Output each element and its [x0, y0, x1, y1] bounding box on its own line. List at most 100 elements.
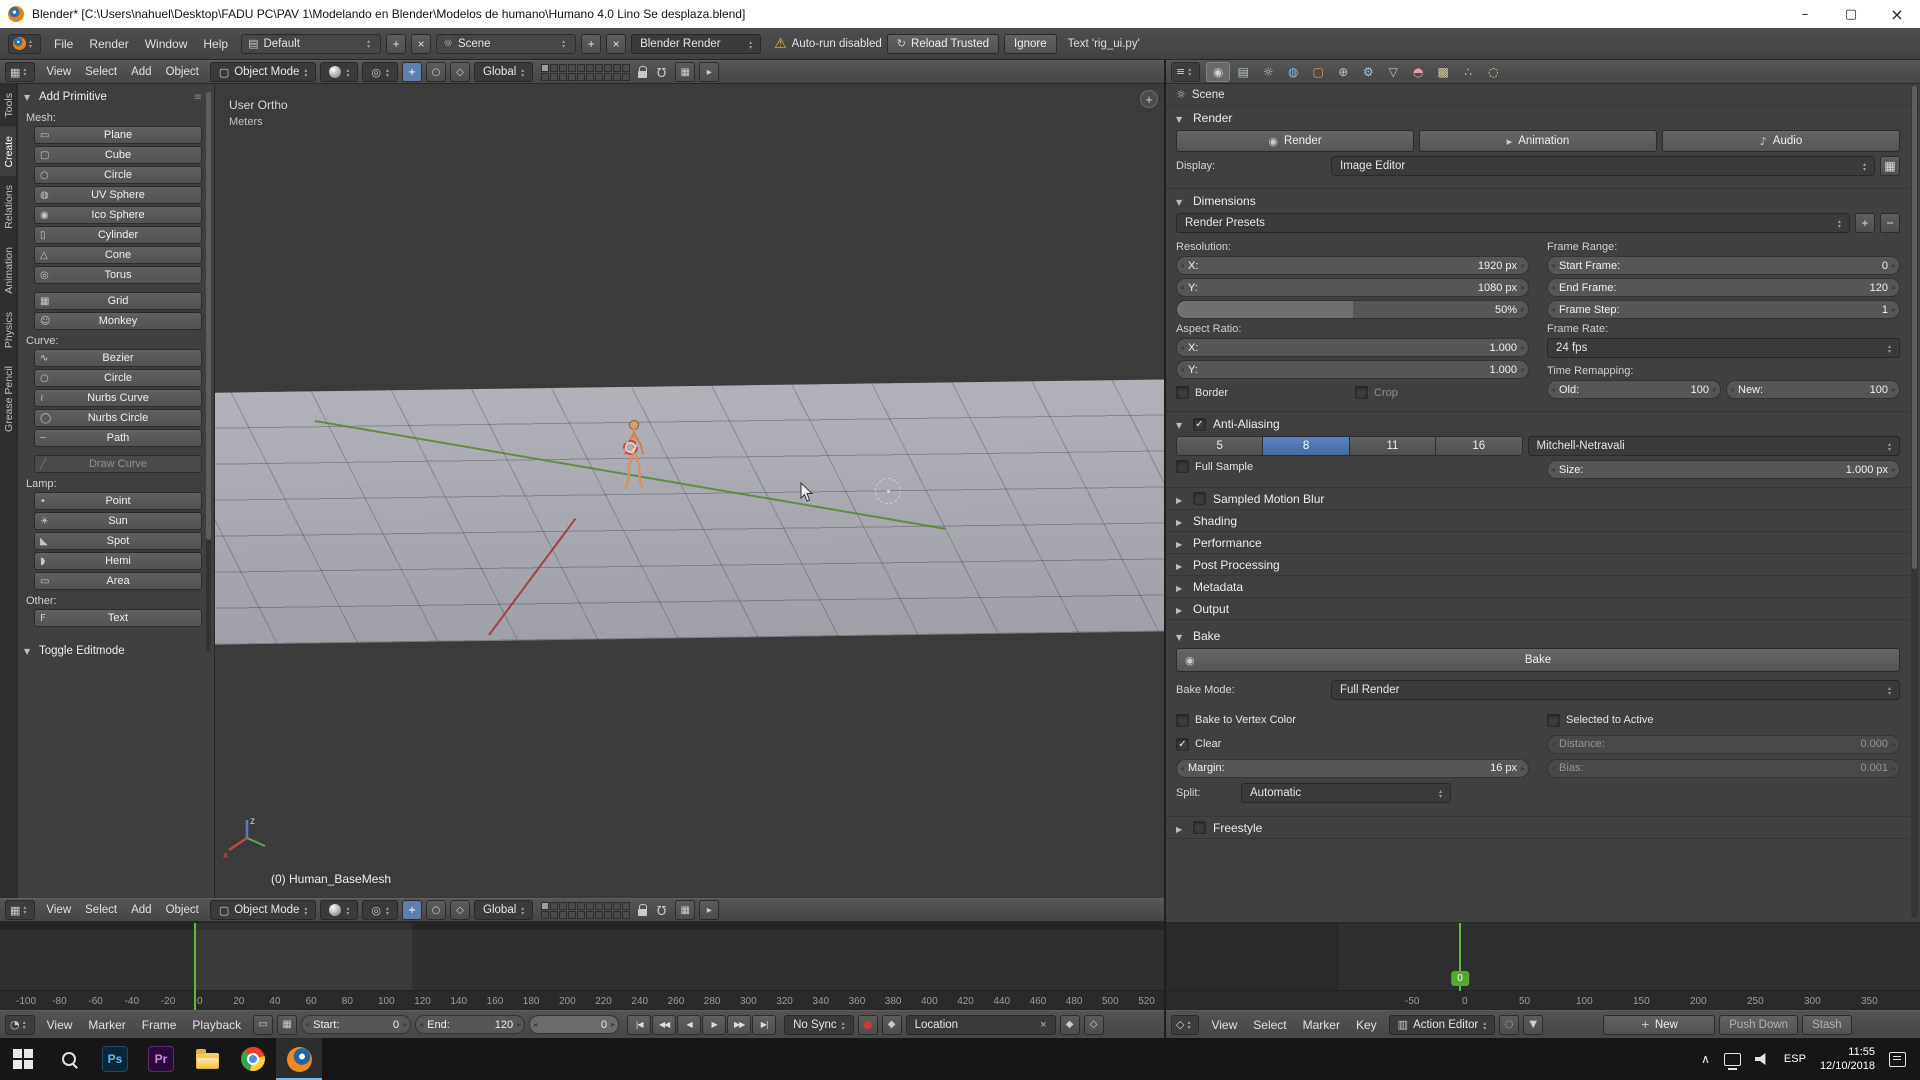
toolshelf-button-cube[interactable]: ▢Cube	[34, 146, 202, 164]
timeline-track[interactable]: -100-80-60-40-20020406080100120140160180…	[0, 923, 1164, 1010]
info-menu-render[interactable]: Render	[81, 34, 136, 54]
viewport-menu-select[interactable]: Select	[78, 64, 124, 80]
layer-14-toggle[interactable]	[568, 73, 576, 81]
language-indicator[interactable]: ESP	[1784, 1053, 1806, 1065]
panel-grip-icon[interactable]: ≡	[194, 92, 202, 103]
render-presets-dropdown[interactable]: Render Presets	[1176, 213, 1850, 233]
panel-header-metadata[interactable]: Metadata	[1166, 576, 1910, 598]
layer-11-toggle[interactable]	[541, 911, 549, 919]
lock-icon[interactable]	[638, 909, 647, 916]
pivot-dropdown[interactable]: ◎	[362, 62, 398, 82]
toolshelf-button-hemi[interactable]: ◗Hemi	[34, 552, 202, 570]
layer-12-toggle[interactable]	[550, 911, 558, 919]
toolshelf-button-monkey[interactable]: ☺Monkey	[34, 312, 202, 330]
timeline-menu-frame[interactable]: Frame	[134, 1015, 185, 1035]
full-sample-checkbox[interactable]: Full Sample	[1176, 460, 1253, 473]
layer-4-toggle[interactable]	[568, 64, 576, 72]
resolution-y-field[interactable]: Y:1080 px	[1176, 278, 1529, 297]
toolshelf-button-circle[interactable]: ○Circle	[34, 166, 202, 184]
layer-16-toggle[interactable]	[586, 911, 594, 919]
toolshelf-tab-animation[interactable]: Animation	[0, 238, 17, 303]
scrollbar-thumb[interactable]	[1912, 86, 1917, 569]
layer-3-toggle[interactable]	[559, 64, 567, 72]
resolution-percentage-slider[interactable]: 50%	[1176, 300, 1529, 319]
end-frame-field[interactable]: End:120	[415, 1015, 525, 1034]
manipulator-scale-button[interactable]: ◇	[450, 62, 470, 82]
aspect-x-field[interactable]: X:1.000	[1176, 338, 1529, 357]
layer-11-toggle[interactable]	[541, 73, 549, 81]
push-down-button[interactable]: Push Down	[1719, 1015, 1798, 1035]
layer-8-toggle[interactable]	[604, 64, 612, 72]
timeline-menu-marker[interactable]: Marker	[80, 1015, 133, 1035]
mode-dropdown[interactable]: ▢Object Mode	[210, 62, 317, 82]
editor-type-timeline-button[interactable]: ◔	[5, 1015, 35, 1035]
remove-preset-button[interactable]: −	[1880, 213, 1900, 233]
properties-tab-particles[interactable]: ∴	[1456, 62, 1480, 82]
layer-10-toggle[interactable]	[622, 64, 630, 72]
clear-keyingset-icon[interactable]: ×	[1040, 1019, 1046, 1031]
layer-6-toggle[interactable]	[586, 902, 594, 910]
viewport-shading-dropdown[interactable]	[320, 900, 358, 920]
properties-tab-world[interactable]: ◍	[1281, 62, 1305, 82]
frame-rate-dropdown[interactable]: 24 fps	[1547, 338, 1900, 358]
taskbar-premiere[interactable]: Pr	[138, 1038, 184, 1080]
add-primitive-panel-header[interactable]: Add Primitive ≡	[24, 87, 202, 107]
dopesheet-menu-marker[interactable]: Marker	[1295, 1015, 1348, 1035]
end-frame-field[interactable]: End Frame:120	[1547, 278, 1900, 297]
layer-16-toggle[interactable]	[586, 73, 594, 81]
antialiasing-checkbox[interactable]	[1193, 418, 1206, 431]
properties-tab-scene[interactable]: ☼	[1256, 62, 1280, 82]
layer-1-toggle[interactable]	[541, 64, 549, 72]
layer-18-toggle[interactable]	[604, 911, 612, 919]
panel-header-output[interactable]: Output	[1166, 598, 1910, 620]
keying-options-button[interactable]: ◆	[882, 1015, 902, 1035]
layer-15-toggle[interactable]	[577, 911, 585, 919]
dopesheet-menu-select[interactable]: Select	[1245, 1015, 1294, 1035]
toolshelf-button-point[interactable]: •Point	[34, 492, 202, 510]
properties-tab-render[interactable]: ◉	[1206, 62, 1230, 82]
info-menu-help[interactable]: Help	[195, 34, 236, 54]
layer-1-toggle[interactable]	[541, 902, 549, 910]
layer-19-toggle[interactable]	[613, 911, 621, 919]
aa-samples-16-button[interactable]: 16	[1436, 436, 1522, 456]
toolshelf-button-spot[interactable]: ◣Spot	[34, 532, 202, 550]
delete-layout-button[interactable]: ×	[411, 34, 431, 54]
add-preset-button[interactable]: +	[1855, 213, 1875, 233]
antialiasing-panel-header[interactable]: Anti-Aliasing	[1176, 412, 1900, 436]
display-screen-button[interactable]: ▦	[1880, 156, 1900, 176]
insert-keyframe-button[interactable]: ◆	[1060, 1015, 1080, 1035]
layer-13-toggle[interactable]	[559, 73, 567, 81]
opengl-render-anim-button[interactable]: ▸	[699, 900, 719, 920]
toolshelf-button-path[interactable]: ┄Path	[34, 429, 202, 447]
maximize-button[interactable]: ▢	[1828, 0, 1874, 28]
transform-orientation-dropdown[interactable]: Global	[474, 900, 533, 920]
render-button[interactable]: ◉Render	[1176, 130, 1414, 152]
dopesheet-track[interactable]: -50050100150200250300350 0	[1166, 923, 1920, 1010]
timeline-playhead[interactable]	[194, 923, 196, 1010]
display-dropdown[interactable]: Image Editor	[1331, 156, 1875, 176]
opengl-render-button[interactable]: ▦	[675, 62, 695, 82]
preview-range-toggle[interactable]: ▭	[253, 1015, 273, 1035]
border-checkbox[interactable]: Border	[1176, 386, 1350, 399]
margin-field[interactable]: Margin:16 px	[1176, 759, 1529, 778]
toolshelf-tab-physics[interactable]: Physics	[0, 303, 17, 357]
dopesheet-mode-dropdown[interactable]: ▥Action Editor	[1389, 1015, 1496, 1035]
timeline-menu-playback[interactable]: Playback	[184, 1015, 249, 1035]
auto-keyframe-record-button[interactable]: ●	[858, 1015, 878, 1035]
properties-tab-material[interactable]: ◓	[1406, 62, 1430, 82]
viewport-menu-view[interactable]: View	[39, 64, 78, 80]
bake-to-vertex-color-checkbox[interactable]: Bake to Vertex Color	[1176, 714, 1296, 727]
human-armature[interactable]	[615, 418, 653, 500]
aa-filter-dropdown[interactable]: Mitchell-Netravali	[1528, 436, 1901, 456]
layer-5-toggle[interactable]	[577, 64, 585, 72]
properties-tab-constraints[interactable]: ⊕	[1331, 62, 1355, 82]
stash-button[interactable]: Stash	[1802, 1015, 1851, 1035]
render-panel-header[interactable]: Render	[1176, 106, 1900, 130]
layer-3-toggle[interactable]	[559, 902, 567, 910]
layer-15-toggle[interactable]	[577, 73, 585, 81]
mode-dropdown[interactable]: ▢Object Mode	[210, 900, 317, 920]
volume-icon[interactable]	[1755, 1053, 1770, 1066]
layer-14-toggle[interactable]	[568, 911, 576, 919]
viewport-menu-add[interactable]: Add	[124, 64, 158, 80]
panel-header-sampled-motion-blur[interactable]: Sampled Motion Blur	[1166, 488, 1910, 510]
